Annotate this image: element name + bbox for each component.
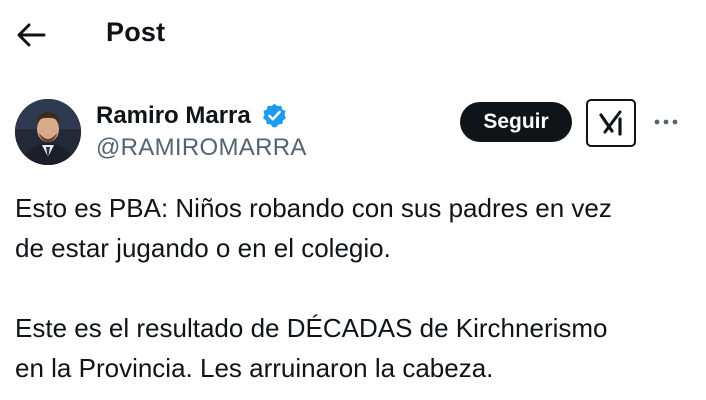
author-handle[interactable]: @RAMIROMARRA [96,134,307,162]
avatar[interactable] [15,99,81,165]
post-text: Esto es PBA: Niños robando con sus padre… [15,188,695,388]
author-name[interactable]: Ramiro Marra [96,102,251,130]
post-line: Este es el resultado de DÉCADAS de Kirch… [15,313,608,343]
post-line: de estar jugando o en el colegio. [15,233,391,263]
profile-photo [15,99,81,165]
arrow-left-icon [17,23,46,47]
back-button[interactable] [14,18,48,52]
top-bar: Post [0,0,706,70]
page-title: Post [106,17,166,47]
follow-button[interactable]: Seguir [460,102,572,142]
post-line: Esto es PBA: Niños robando con sus padre… [15,193,612,223]
post-paragraph: Este es el resultado de DÉCADAS de Kirch… [15,308,695,388]
more-options-button[interactable] [650,108,682,136]
verified-badge-icon [263,103,286,128]
grok-button[interactable] [586,99,636,147]
grok-icon [599,110,622,136]
post-paragraph: Esto es PBA: Niños robando con sus padre… [15,188,695,268]
more-options-icon [654,119,678,125]
post-line: en la Provincia. Les arruinaron la cabez… [15,353,494,383]
